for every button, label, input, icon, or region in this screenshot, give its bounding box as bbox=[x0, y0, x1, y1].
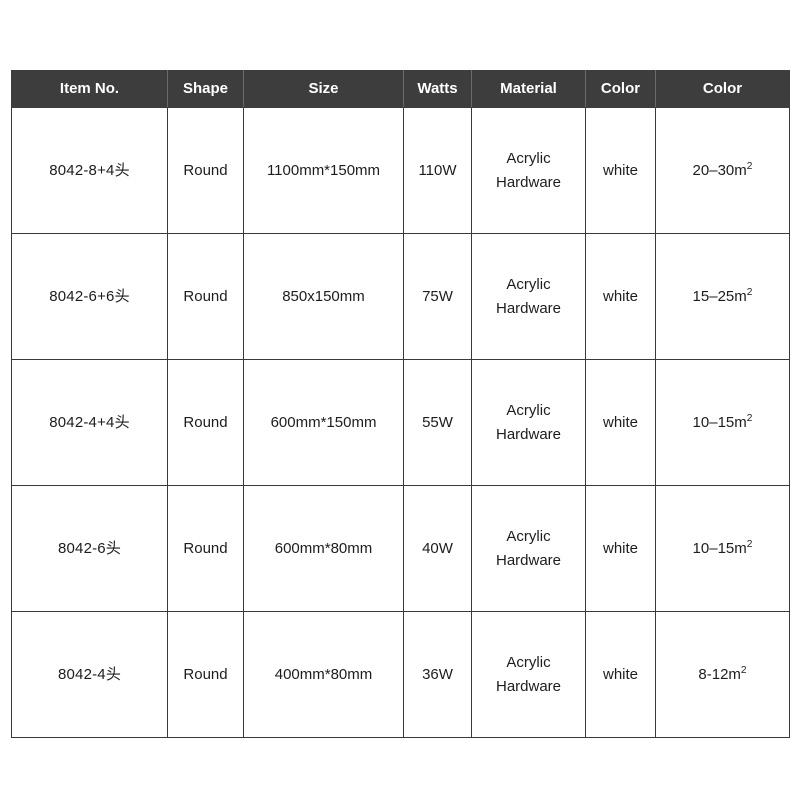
column-header-shape: Shape bbox=[167, 70, 244, 108]
column-header-color-2: Color bbox=[655, 70, 790, 108]
area-value: 10–15m bbox=[692, 413, 747, 431]
cell-material: Acrylic Hardware bbox=[471, 359, 586, 486]
cell-watts: 55W bbox=[403, 359, 472, 486]
area-unit-exponent: 2 bbox=[746, 412, 753, 424]
cell-item-no: 8042-6+6头 bbox=[11, 233, 168, 360]
area-value: 8-12m bbox=[698, 665, 741, 683]
material-line-2: Hardware bbox=[495, 299, 562, 317]
cell-item-no: 8042-4+4头 bbox=[11, 359, 168, 486]
column-header-material: Material bbox=[471, 70, 586, 108]
cell-material: Acrylic Hardware bbox=[471, 611, 586, 738]
cell-shape: Round bbox=[167, 233, 244, 360]
area-unit-exponent: 2 bbox=[746, 160, 753, 172]
column-header-size: Size bbox=[243, 70, 404, 108]
cell-shape: Round bbox=[167, 611, 244, 738]
material-line-2: Hardware bbox=[495, 677, 562, 695]
material-line-2: Hardware bbox=[495, 551, 562, 569]
cell-size: 1100mm*150mm bbox=[243, 107, 404, 234]
cell-shape: Round bbox=[167, 359, 244, 486]
column-header-watts: Watts bbox=[403, 70, 472, 108]
cell-area: 15–25m2 bbox=[655, 233, 790, 360]
cell-item-no: 8042-4头 bbox=[11, 611, 168, 738]
area-value: 10–15m bbox=[692, 539, 747, 557]
cell-size: 600mm*150mm bbox=[243, 359, 404, 486]
cell-color: white bbox=[585, 485, 656, 612]
table-row: 8042-6头 Round 600mm*80mm 40W Acrylic Har… bbox=[11, 485, 790, 612]
cell-color: white bbox=[585, 359, 656, 486]
table-row: 8042-4+4头 Round 600mm*150mm 55W Acrylic … bbox=[11, 359, 790, 486]
cell-watts: 75W bbox=[403, 233, 472, 360]
material-line-1: Acrylic bbox=[506, 150, 551, 168]
cell-area: 8-12m2 bbox=[655, 611, 790, 738]
area-value: 15–25m bbox=[692, 287, 747, 305]
table-header: Item No. Shape Size Watts Material Color… bbox=[11, 70, 790, 108]
table-row: 8042-8+4头 Round 1100mm*150mm 110W Acryli… bbox=[11, 107, 790, 234]
cell-area: 10–15m2 bbox=[655, 485, 790, 612]
table-row: 8042-6+6头 Round 850x150mm 75W Acrylic Ha… bbox=[11, 233, 790, 360]
cell-area: 20–30m2 bbox=[655, 107, 790, 234]
area-unit-exponent: 2 bbox=[746, 286, 753, 298]
header-row: Item No. Shape Size Watts Material Color… bbox=[11, 70, 790, 108]
area-unit-exponent: 2 bbox=[740, 664, 747, 676]
cell-size: 600mm*80mm bbox=[243, 485, 404, 612]
table-body: 8042-8+4头 Round 1100mm*150mm 110W Acryli… bbox=[11, 107, 790, 738]
cell-shape: Round bbox=[167, 107, 244, 234]
material-line-2: Hardware bbox=[495, 425, 562, 443]
cell-watts: 110W bbox=[403, 107, 472, 234]
cell-shape: Round bbox=[167, 485, 244, 612]
material-line-2: Hardware bbox=[495, 173, 562, 191]
cell-area: 10–15m2 bbox=[655, 359, 790, 486]
product-spec-table: Item No. Shape Size Watts Material Color… bbox=[11, 70, 790, 738]
area-value: 20–30m bbox=[692, 161, 747, 179]
cell-item-no: 8042-8+4头 bbox=[11, 107, 168, 234]
column-header-item-no: Item No. bbox=[11, 70, 168, 108]
material-line-1: Acrylic bbox=[506, 402, 551, 420]
area-unit-exponent: 2 bbox=[746, 538, 753, 550]
table-row: 8042-4头 Round 400mm*80mm 36W Acrylic Har… bbox=[11, 611, 790, 738]
cell-material: Acrylic Hardware bbox=[471, 233, 586, 360]
cell-color: white bbox=[585, 233, 656, 360]
cell-size: 850x150mm bbox=[243, 233, 404, 360]
cell-material: Acrylic Hardware bbox=[471, 107, 586, 234]
material-line-1: Acrylic bbox=[506, 654, 551, 672]
cell-size: 400mm*80mm bbox=[243, 611, 404, 738]
cell-material: Acrylic Hardware bbox=[471, 485, 586, 612]
cell-color: white bbox=[585, 611, 656, 738]
column-header-color: Color bbox=[585, 70, 656, 108]
cell-watts: 36W bbox=[403, 611, 472, 738]
cell-watts: 40W bbox=[403, 485, 472, 612]
material-line-1: Acrylic bbox=[506, 276, 551, 294]
cell-item-no: 8042-6头 bbox=[11, 485, 168, 612]
cell-color: white bbox=[585, 107, 656, 234]
spec-sheet: Item No. Shape Size Watts Material Color… bbox=[0, 0, 800, 800]
material-line-1: Acrylic bbox=[506, 528, 551, 546]
